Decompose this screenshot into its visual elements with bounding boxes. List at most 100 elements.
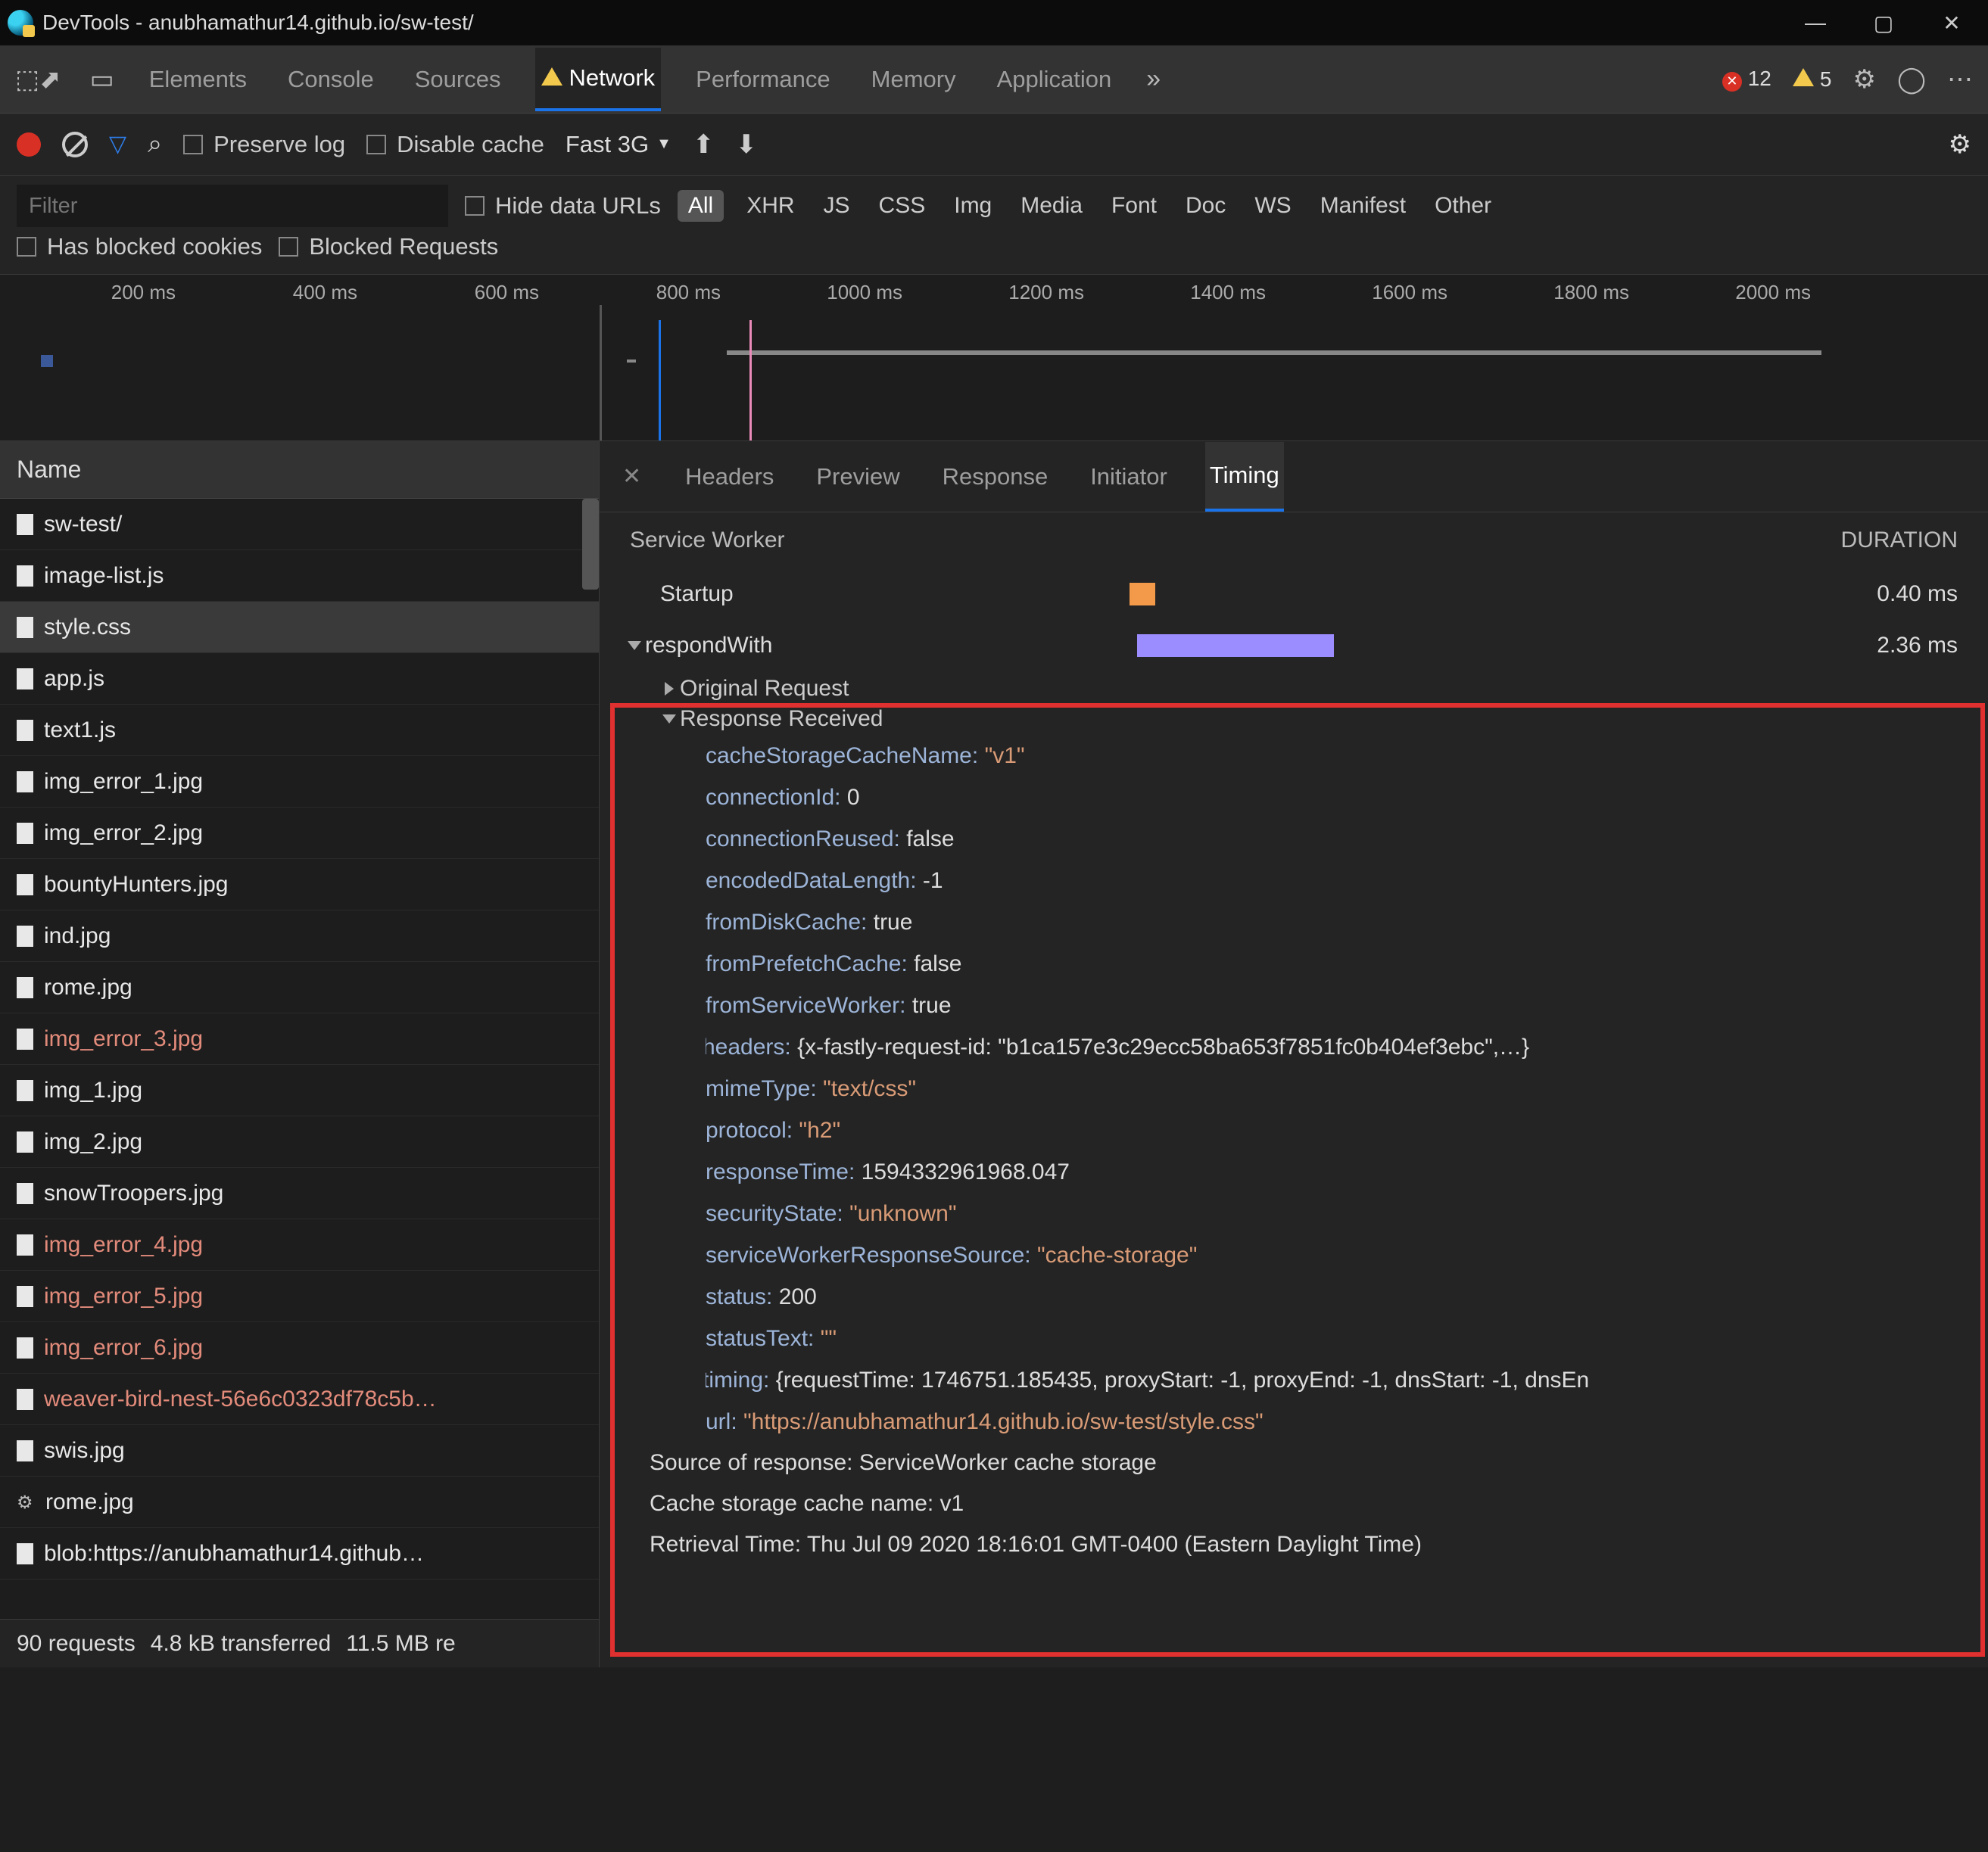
close-detail-button[interactable]: ✕	[622, 463, 641, 490]
request-row[interactable]: img_error_2.jpg	[0, 808, 599, 859]
download-icon[interactable]: ⬇	[735, 129, 757, 160]
more-tabs-icon[interactable]: »	[1146, 64, 1161, 94]
upload-icon[interactable]: ⬆	[693, 129, 715, 160]
minimize-button[interactable]: —	[1800, 11, 1831, 36]
inspect-icon[interactable]: ⬚⬈	[15, 64, 61, 95]
filter-type-media[interactable]: Media	[1014, 190, 1089, 222]
request-row[interactable]: app.js	[0, 653, 599, 705]
detail-tab-preview[interactable]: Preview	[812, 444, 904, 510]
hide-data-urls-checkbox[interactable]: Hide data URLs	[465, 192, 661, 219]
filter-type-img[interactable]: Img	[948, 190, 998, 222]
property-key: cacheStorageCacheName:	[706, 743, 978, 768]
main-tabs: ⬚⬈ ▭ Elements Console Sources Network Pe…	[0, 45, 1988, 114]
filter-type-xhr[interactable]: XHR	[740, 190, 800, 222]
detail-tab-response[interactable]: Response	[938, 444, 1053, 510]
detail-tab-headers[interactable]: Headers	[681, 444, 778, 510]
filter-type-doc[interactable]: Doc	[1179, 190, 1232, 222]
detail-tab-initiator[interactable]: Initiator	[1086, 444, 1172, 510]
more-menu-icon[interactable]: ⋯	[1947, 64, 1973, 95]
filter-type-other[interactable]: Other	[1429, 190, 1497, 222]
close-button[interactable]: ✕	[1937, 11, 1967, 36]
response-property: mimeType: "text/css"	[706, 1068, 1958, 1110]
filter-input[interactable]	[17, 185, 448, 227]
error-count[interactable]: ✕ 12	[1722, 67, 1771, 92]
tab-console[interactable]: Console	[282, 49, 380, 110]
request-row[interactable]: img_2.jpg	[0, 1116, 599, 1168]
window-title: DevTools - anubhamathur14.github.io/sw-t…	[42, 11, 474, 35]
request-name: img_error_1.jpg	[44, 769, 203, 795]
timeline-tick: 600 ms	[363, 281, 545, 304]
timeline[interactable]: 200 ms400 ms600 ms800 ms1000 ms1200 ms14…	[0, 275, 1988, 441]
blocked-requests-checkbox[interactable]: Blocked Requests	[279, 233, 498, 260]
original-request-row[interactable]: Original Request	[665, 676, 1958, 702]
titlebar: DevTools - anubhamathur14.github.io/sw-t…	[0, 0, 1988, 45]
property-value: -1	[923, 868, 943, 893]
request-row[interactable]: ⚙rome.jpg	[0, 1477, 599, 1528]
filter-type-all[interactable]: All	[678, 190, 724, 222]
request-row[interactable]: img_1.jpg	[0, 1065, 599, 1116]
tab-performance[interactable]: Performance	[690, 49, 836, 110]
request-row[interactable]: img_error_6.jpg	[0, 1322, 599, 1374]
retrieval-time: Retrieval Time: Thu Jul 09 2020 18:16:01…	[650, 1524, 1958, 1565]
request-row[interactable]: snowTroopers.jpg	[0, 1168, 599, 1219]
request-name: rome.jpg	[45, 1489, 134, 1515]
request-row[interactable]: image-list.js	[0, 550, 599, 602]
property-key: fromServiceWorker:	[706, 993, 906, 1018]
has-blocked-cookies-label: Has blocked cookies	[47, 233, 262, 260]
network-settings-icon[interactable]: ⚙	[1949, 129, 1971, 160]
response-property: fromServiceWorker: true	[706, 985, 1958, 1026]
timeline-tick: 400 ms	[182, 281, 363, 304]
request-row[interactable]: style.css	[0, 602, 599, 653]
request-row[interactable]: rome.jpg	[0, 962, 599, 1013]
request-row[interactable]: img_error_4.jpg	[0, 1219, 599, 1271]
request-row[interactable]: img_error_1.jpg	[0, 756, 599, 808]
search-icon[interactable]: ⌕	[148, 129, 162, 159]
request-row[interactable]: sw-test/	[0, 499, 599, 550]
response-received-row[interactable]: Response Received	[665, 706, 1958, 732]
warning-count[interactable]: 5	[1793, 67, 1832, 92]
file-icon	[17, 1029, 33, 1050]
respondwith-row[interactable]: respondWith	[630, 633, 1130, 658]
filter-type-manifest[interactable]: Manifest	[1314, 190, 1412, 222]
request-row[interactable]: img_error_5.jpg	[0, 1271, 599, 1322]
request-row[interactable]: blob:https://anubhamathur14.github…	[0, 1528, 599, 1580]
file-icon	[17, 926, 33, 947]
tab-network[interactable]: Network	[535, 48, 661, 111]
scrollbar-thumb[interactable]	[582, 499, 599, 590]
device-toggle-icon[interactable]: ▭	[90, 64, 114, 95]
request-row[interactable]: weaver-bird-nest-56e6c0323df78c5b…	[0, 1374, 599, 1425]
filter-type-css[interactable]: CSS	[873, 190, 932, 222]
response-property: fromPrefetchCache: false	[706, 943, 1958, 985]
property-value: 1594332961968.047	[862, 1159, 1070, 1184]
request-row[interactable]: text1.js	[0, 705, 599, 756]
property-value: 200	[779, 1284, 817, 1309]
clear-button[interactable]	[62, 132, 88, 157]
has-blocked-cookies-checkbox[interactable]: Has blocked cookies	[17, 233, 262, 260]
request-row[interactable]: bountyHunters.jpg	[0, 859, 599, 910]
disable-cache-checkbox[interactable]: Disable cache	[366, 131, 544, 158]
request-name: img_1.jpg	[44, 1078, 142, 1103]
account-icon[interactable]: ◯	[1897, 64, 1926, 95]
filter-type-font[interactable]: Font	[1105, 190, 1163, 222]
preserve-log-checkbox[interactable]: Preserve log	[183, 131, 345, 158]
name-column-header[interactable]: Name	[0, 441, 599, 499]
maximize-button[interactable]: ▢	[1868, 11, 1899, 36]
record-button[interactable]	[17, 132, 41, 157]
filter-toggle-icon[interactable]: ▽	[109, 131, 126, 157]
filter-type-js[interactable]: JS	[818, 190, 856, 222]
response-property: fromDiskCache: true	[706, 901, 1958, 943]
tab-elements[interactable]: Elements	[143, 49, 253, 110]
throttling-select[interactable]: Fast 3G ▼	[566, 131, 671, 158]
warning-icon	[1793, 68, 1814, 86]
settings-gear-icon[interactable]: ⚙	[1852, 64, 1875, 95]
request-row[interactable]: swis.jpg	[0, 1425, 599, 1477]
tab-application[interactable]: Application	[991, 49, 1118, 110]
filter-type-ws[interactable]: WS	[1248, 190, 1297, 222]
request-row[interactable]: ind.jpg	[0, 910, 599, 962]
startup-bar	[1130, 583, 1155, 605]
tab-memory[interactable]: Memory	[865, 49, 962, 110]
response-property: headers: {x-fastly-request-id: "b1ca157e…	[706, 1026, 1958, 1068]
request-row[interactable]: img_error_3.jpg	[0, 1013, 599, 1065]
detail-tab-timing[interactable]: Timing	[1205, 442, 1284, 512]
tab-sources[interactable]: Sources	[409, 49, 507, 110]
